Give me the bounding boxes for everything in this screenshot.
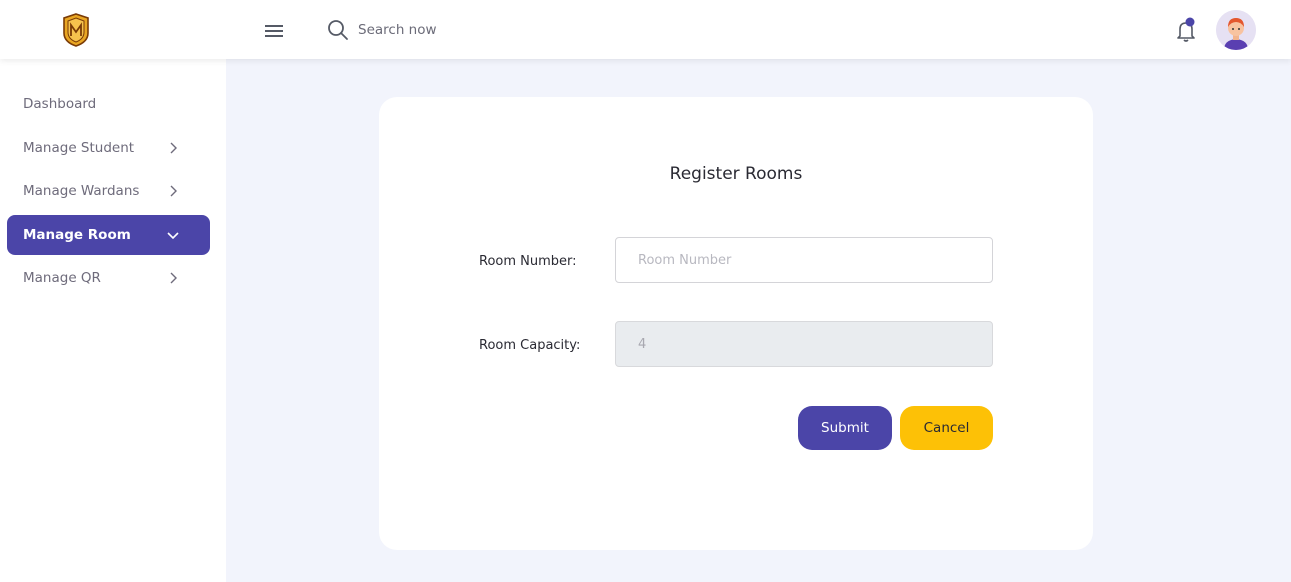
- sidebar-item-manage-student[interactable]: Manage Student: [7, 128, 210, 168]
- top-bar: [0, 0, 1291, 59]
- room-capacity-input: [615, 321, 993, 367]
- register-room-card: Register Rooms Room Number: Room Capacit…: [379, 97, 1093, 550]
- sidebar-item-manage-qr[interactable]: Manage QR: [7, 258, 210, 298]
- sidebar-item-manage-room[interactable]: Manage Room: [7, 215, 210, 255]
- cancel-button[interactable]: Cancel: [900, 406, 993, 450]
- submit-button[interactable]: Submit: [798, 406, 892, 450]
- search-input[interactable]: [358, 18, 598, 42]
- sidebar: Dashboard Manage Student Manage Wardans …: [0, 59, 226, 582]
- chevron-right-icon: [170, 185, 177, 197]
- crest-logo-icon[interactable]: [62, 13, 90, 47]
- chevron-right-icon: [170, 142, 177, 154]
- room-number-label: Room Number:: [479, 254, 577, 269]
- sidebar-item-manage-wardans[interactable]: Manage Wardans: [7, 171, 210, 211]
- hamburger-icon[interactable]: [262, 21, 286, 41]
- sidebar-item-label: Manage Room: [23, 227, 131, 243]
- avatar[interactable]: [1216, 10, 1256, 50]
- room-number-input[interactable]: [615, 237, 993, 283]
- sidebar-item-label: Dashboard: [23, 96, 97, 112]
- sidebar-item-label: Manage Wardans: [23, 183, 140, 199]
- sidebar-item-label: Manage Student: [23, 140, 135, 156]
- room-capacity-label: Room Capacity:: [479, 338, 581, 353]
- sidebar-item-label: Manage QR: [23, 270, 101, 286]
- chevron-right-icon: [170, 272, 177, 284]
- chevron-down-icon: [167, 232, 179, 240]
- bell-icon[interactable]: [1174, 16, 1200, 44]
- search-icon[interactable]: [327, 19, 349, 41]
- sidebar-item-dashboard[interactable]: Dashboard: [7, 84, 210, 124]
- page-title: Register Rooms: [669, 164, 803, 184]
